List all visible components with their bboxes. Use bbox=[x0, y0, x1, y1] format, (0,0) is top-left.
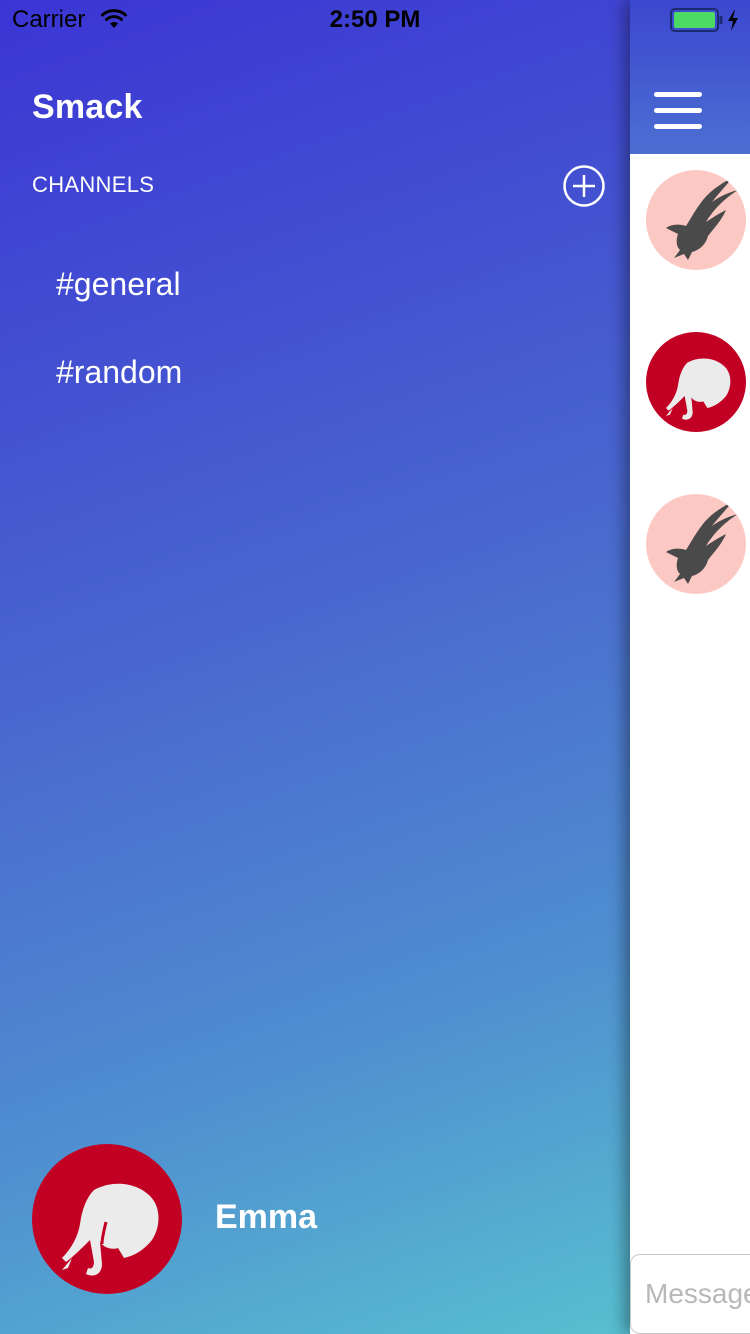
message-avatar[interactable] bbox=[646, 332, 746, 432]
message-avatar[interactable] bbox=[646, 170, 746, 270]
app-title: Smack bbox=[32, 88, 143, 126]
status-bar: Carrier 2:50 PM bbox=[0, 0, 750, 40]
channels-header: CHANNELS bbox=[32, 172, 155, 197]
channel-list: #general #random bbox=[56, 258, 182, 434]
channel-item-general[interactable]: #general bbox=[56, 258, 182, 346]
user-name[interactable]: Emma bbox=[215, 1198, 317, 1237]
bolt-icon bbox=[728, 9, 738, 31]
message-avatar[interactable] bbox=[646, 494, 746, 594]
chat-panel bbox=[630, 0, 750, 1334]
battery-full-icon bbox=[670, 8, 723, 32]
menu-button[interactable] bbox=[654, 92, 702, 130]
screen: Smack CHANNELS #general #random Emma Mes… bbox=[0, 0, 750, 1334]
elephant-icon bbox=[666, 358, 731, 420]
message-input[interactable] bbox=[630, 1254, 750, 1334]
plus-circle-icon bbox=[563, 165, 605, 207]
channel-item-random[interactable]: #random bbox=[56, 346, 182, 434]
eagle-icon bbox=[666, 178, 738, 260]
hamburger-menu-icon bbox=[654, 92, 702, 129]
eagle-icon bbox=[666, 502, 738, 584]
user-avatar[interactable] bbox=[32, 1144, 182, 1294]
add-channel-button[interactable] bbox=[562, 164, 606, 208]
side-menu: Smack CHANNELS #general #random Emma bbox=[0, 0, 630, 1334]
elephant-icon bbox=[62, 1183, 159, 1276]
clock: 2:50 PM bbox=[329, 6, 421, 33]
